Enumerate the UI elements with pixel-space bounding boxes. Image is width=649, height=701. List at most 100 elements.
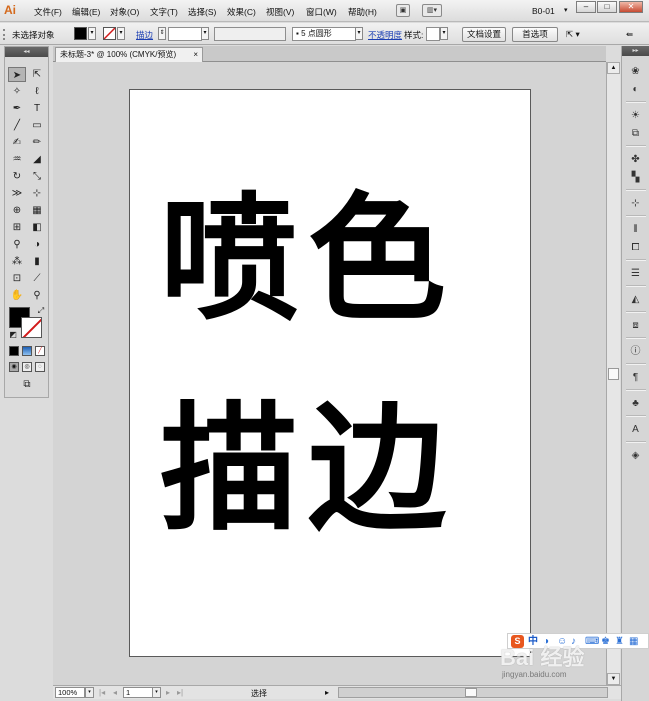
panel-menu-icon[interactable]: ⇚	[626, 29, 633, 40]
bridge-icon[interactable]: ▣	[396, 4, 410, 17]
rectangle-tool-icon[interactable]: ▭	[28, 118, 46, 133]
transparency-icon[interactable]: ⧈	[628, 318, 643, 333]
draw-inside-icon[interactable]: ◌	[35, 362, 45, 372]
color-mode-icon[interactable]	[9, 346, 19, 356]
perspective-grid-tool-icon[interactable]: ▦	[28, 203, 46, 218]
menu-window[interactable]: 窗口(W)	[306, 6, 337, 18]
align-options-icon[interactable]: ⇱ ▾	[566, 29, 580, 40]
status-menu-icon[interactable]: ▸	[325, 688, 329, 697]
stroke-link[interactable]: 描边	[136, 29, 153, 41]
fill-dropdown[interactable]: ▾	[88, 27, 96, 40]
mesh-tool-icon[interactable]: ⊞	[8, 220, 26, 235]
prev-page-icon[interactable]: ◂	[113, 688, 117, 697]
style-swatch[interactable]	[426, 27, 440, 41]
free-transform-tool-icon[interactable]: ⊹	[28, 186, 46, 201]
swap-colors-icon[interactable]: ⤢	[32, 303, 50, 318]
default-colors-icon[interactable]: ◩	[4, 327, 22, 342]
graphic-styles-icon[interactable]: ⧉	[628, 126, 643, 141]
panel-collapse-icon[interactable]: ◂◂	[5, 47, 48, 57]
menu-view[interactable]: 视图(V)	[266, 6, 294, 18]
variable-width-field[interactable]	[214, 27, 286, 41]
artboard-tool-icon[interactable]: ⊡	[8, 271, 26, 286]
blend-tool-icon[interactable]: ◑	[28, 237, 46, 252]
style-dropdown[interactable]: ▾	[440, 27, 448, 40]
close-tab-icon[interactable]: ×	[193, 48, 198, 62]
fill-swatch[interactable]	[74, 27, 87, 40]
color-guide-icon[interactable]: ❀	[628, 64, 643, 79]
arrange-documents-icon[interactable]: ▥▾	[422, 4, 442, 17]
align-icon[interactable]: ⫴	[628, 222, 643, 237]
symbol-sprayer-tool-icon[interactable]: ⁂	[8, 254, 26, 269]
workspace-switcher[interactable]: B0-01	[532, 6, 555, 16]
menu-select[interactable]: 选择(S)	[188, 6, 216, 18]
selection-tool-icon[interactable]: ➤	[8, 67, 26, 82]
direct-selection-tool-icon[interactable]: ⇱	[28, 67, 46, 82]
artboard[interactable]: 喷色 描边	[129, 89, 531, 657]
brush-definition-field[interactable]: ▪ 5 点圆形	[292, 27, 356, 41]
stroke-weight-field[interactable]	[168, 27, 202, 41]
swatches-icon[interactable]: ▚	[628, 170, 643, 185]
gradient-tool-icon[interactable]: ◧	[28, 220, 46, 235]
shape-builder-tool-icon[interactable]: ⊕	[8, 203, 26, 218]
scale-tool-icon[interactable]: ⤡	[28, 169, 46, 184]
menu-edit[interactable]: 编辑(E)	[72, 6, 100, 18]
stroke-swatch[interactable]	[103, 27, 116, 40]
minimize-button[interactable]: –	[576, 1, 596, 13]
stroke-weight-dropdown[interactable]: ▾	[201, 27, 209, 40]
brushes-icon[interactable]: ♣	[628, 396, 643, 411]
artwork-text-line1[interactable]: 喷色	[160, 185, 456, 335]
maximize-button[interactable]: □	[597, 1, 617, 13]
menu-help[interactable]: 帮助(H)	[348, 6, 377, 18]
vertical-scrollbar[interactable]: ▲ ▼	[606, 62, 620, 685]
menu-file[interactable]: 文件(F)	[34, 6, 62, 18]
zoom-tool-icon[interactable]: ⚲	[28, 288, 46, 303]
canvas-area[interactable]: 喷色 描边	[53, 62, 606, 685]
type-tool-icon[interactable]: T	[28, 101, 46, 116]
transform-icon[interactable]: ⊹	[628, 196, 643, 211]
none-mode-icon[interactable]: ╱	[35, 346, 45, 356]
document-setup-button[interactable]: 文档设置	[462, 27, 506, 42]
rotate-tool-icon[interactable]: ↻	[8, 169, 26, 184]
character-icon[interactable]: A	[628, 422, 643, 437]
layers-icon[interactable]: ◈	[628, 448, 643, 463]
eyedropper-tool-icon[interactable]: ⚲	[8, 237, 26, 252]
appearance-icon[interactable]: ☀	[628, 108, 643, 123]
zoom-field[interactable]: 100%	[55, 687, 85, 698]
draw-normal-icon[interactable]: ◉	[9, 362, 19, 372]
symbols-icon[interactable]: ✤	[628, 152, 643, 167]
menu-type[interactable]: 文字(T)	[150, 6, 178, 18]
stroke-weight-stepper[interactable]: ⇕	[158, 27, 166, 40]
preferences-button[interactable]: 首选项	[512, 27, 558, 42]
screen-mode-icon[interactable]: ⧉	[18, 377, 36, 392]
hand-tool-icon[interactable]: ✋	[8, 288, 26, 303]
zoom-dropdown[interactable]: ▾	[85, 687, 94, 698]
stroke-color-box[interactable]	[21, 317, 42, 338]
horizontal-scrollbar[interactable]	[338, 687, 608, 698]
brush-dropdown[interactable]: ▾	[355, 27, 363, 40]
lasso-tool-icon[interactable]: ℓ	[28, 84, 46, 99]
line-tool-icon[interactable]: ╱	[8, 118, 26, 133]
paintbrush-tool-icon[interactable]: ✍	[8, 135, 26, 150]
gradient-panel-icon[interactable]: ◭	[628, 292, 643, 307]
vertical-scroll-thumb[interactable]	[608, 368, 619, 380]
dock-expand-icon[interactable]: ▸▸	[622, 46, 649, 56]
document-tab[interactable]: 未标题-3* @ 100% (CMYK/预览) ×	[55, 47, 203, 62]
first-page-icon[interactable]: |◂	[99, 688, 105, 697]
scroll-up-icon[interactable]: ▲	[607, 62, 620, 74]
stroke-dropdown[interactable]: ▾	[117, 27, 125, 40]
gradient-mode-icon[interactable]	[22, 346, 32, 356]
opacity-link[interactable]: 不透明度	[368, 29, 402, 41]
last-page-icon[interactable]: ▸|	[177, 688, 183, 697]
column-graph-tool-icon[interactable]: ▮	[28, 254, 46, 269]
color-panel-icon[interactable]: ◐	[628, 82, 643, 97]
slice-tool-icon[interactable]: ⟋	[28, 271, 46, 286]
blob-brush-tool-icon[interactable]: ♒	[8, 152, 26, 167]
stroke-panel-icon[interactable]: ☰	[628, 266, 643, 281]
pathfinder-icon[interactable]: ⧠	[628, 240, 643, 255]
artwork-text-line2[interactable]: 描边	[160, 395, 456, 545]
width-tool-icon[interactable]: ≫	[8, 186, 26, 201]
panel-grip[interactable]	[3, 29, 7, 40]
horizontal-scroll-thumb[interactable]	[465, 688, 477, 697]
close-button[interactable]: ✕	[619, 1, 643, 13]
pen-tool-icon[interactable]: ✒	[8, 101, 26, 116]
